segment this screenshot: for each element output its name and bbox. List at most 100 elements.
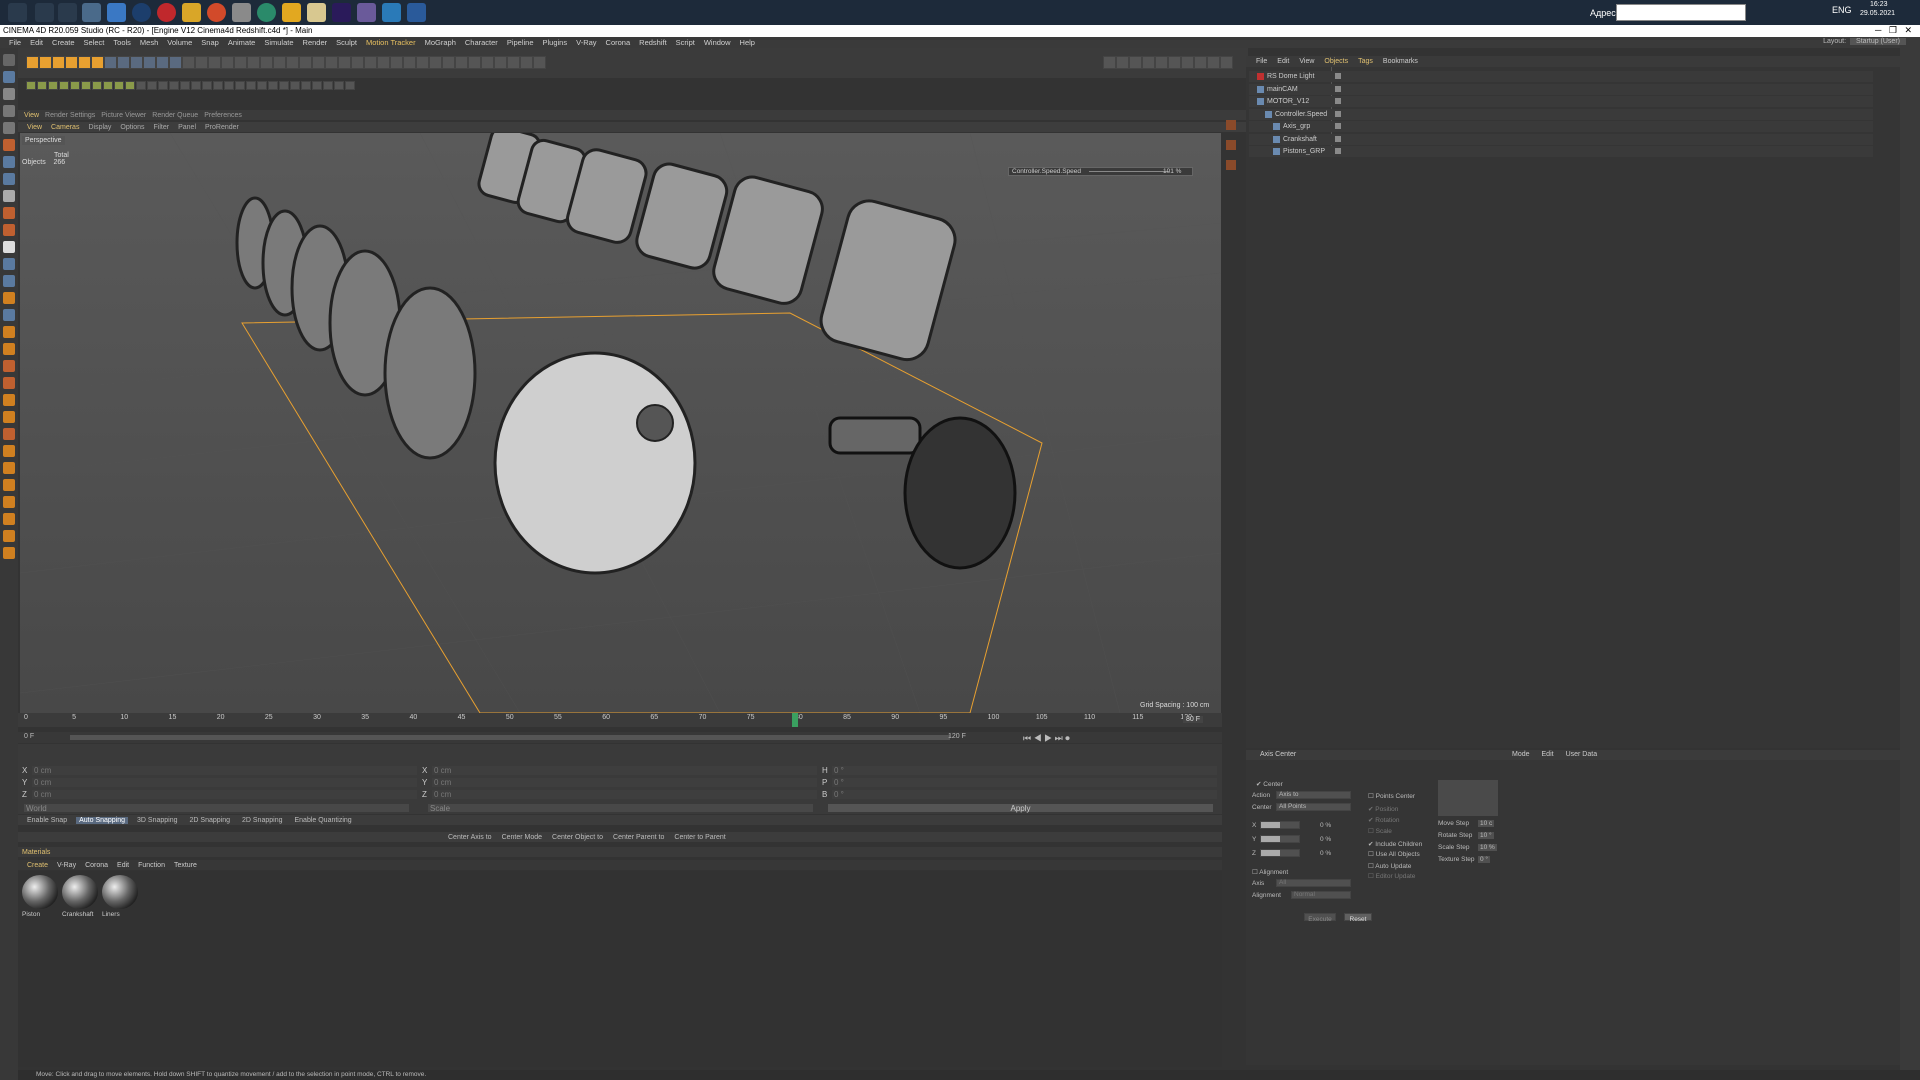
clock-time[interactable]: 16:23 — [1870, 1, 1888, 8]
render-tool-icon[interactable] — [1155, 56, 1168, 69]
left-tool-icon[interactable] — [3, 377, 15, 389]
viewport-menu-panel[interactable]: Panel — [178, 124, 196, 131]
snap-2d-snapping[interactable]: 2D Snapping — [239, 817, 285, 824]
viewport-menu-prorender[interactable]: ProRender — [205, 124, 239, 131]
material-name[interactable]: Piston — [22, 911, 40, 918]
bridge-icon[interactable] — [307, 3, 326, 22]
menu-simulate[interactable]: Simulate — [264, 37, 293, 48]
auto-update-checkbox[interactable]: ☐ Auto Update — [1368, 862, 1411, 870]
reset-button[interactable]: Reset — [1344, 913, 1372, 923]
menu-mograph[interactable]: MoGraph — [425, 37, 456, 48]
toolbar-button-icon[interactable] — [260, 56, 273, 69]
left-tool-icon[interactable] — [3, 54, 15, 66]
toolbar2-button-icon[interactable] — [224, 81, 234, 90]
render-tool-icon[interactable] — [1181, 56, 1194, 69]
snap-enable-snap[interactable]: Enable Snap — [24, 817, 70, 824]
step-value[interactable]: 10 c — [1478, 820, 1495, 827]
toolbar-button-icon[interactable] — [390, 56, 403, 69]
minimize-icon[interactable]: ─ — [1875, 25, 1881, 35]
toolbar-button-icon[interactable] — [377, 56, 390, 69]
left-tool-icon[interactable] — [3, 496, 15, 508]
toolbar2-button-icon[interactable] — [191, 81, 201, 90]
menu-help[interactable]: Help — [740, 37, 755, 48]
menu-volume[interactable]: Volume — [167, 37, 192, 48]
object-name[interactable]: Controller.Speed — [1275, 109, 1327, 120]
material-thumbnail[interactable] — [102, 875, 138, 909]
toolbar2-button-icon[interactable] — [147, 81, 157, 90]
viewport-tab-preferences[interactable]: Preferences — [204, 112, 242, 119]
toolbar-button-icon[interactable] — [455, 56, 468, 69]
left-tool-icon[interactable] — [3, 513, 15, 525]
left-tool-icon[interactable] — [3, 445, 15, 457]
object-name[interactable]: Crankshaft — [1283, 134, 1317, 145]
search-icon[interactable] — [35, 3, 54, 22]
xyz-value[interactable]: 0 % — [1320, 850, 1331, 857]
attribute-menu-mode[interactable]: Mode — [1512, 751, 1530, 758]
coord-position-field[interactable]: 0 cm — [32, 778, 417, 787]
left-tool-icon[interactable] — [3, 394, 15, 406]
step-value[interactable]: 10 % — [1478, 844, 1497, 851]
toolbar2-button-icon[interactable] — [246, 81, 256, 90]
coord-size-field[interactable]: 0 cm — [432, 790, 817, 799]
menu-window[interactable]: Window — [704, 37, 731, 48]
toolbar2-button-icon[interactable] — [180, 81, 190, 90]
toolbar-button-icon[interactable] — [312, 56, 325, 69]
left-tool-icon[interactable] — [3, 292, 15, 304]
toolbar-button-icon[interactable] — [364, 56, 377, 69]
left-tool-icon[interactable] — [3, 411, 15, 423]
axis-center-mode[interactable]: Center Mode — [502, 834, 542, 841]
hud-slider[interactable]: Controller.Speed.Speed 101 % — [1008, 167, 1193, 176]
media-icon[interactable] — [357, 3, 376, 22]
object-name[interactable]: MOTOR_V12 — [1267, 96, 1309, 107]
points-center-checkbox[interactable]: ☐ Points Center — [1368, 792, 1415, 800]
toolbar-button-icon[interactable] — [234, 56, 247, 69]
left-tool-icon[interactable] — [3, 428, 15, 440]
coord-rotation-field[interactable]: 0 ° — [832, 766, 1217, 775]
toolbar-button-icon[interactable] — [338, 56, 351, 69]
render-tool-icon[interactable] — [1116, 56, 1129, 69]
task-view-icon[interactable] — [58, 3, 77, 22]
end-frame[interactable]: 120 F — [948, 733, 966, 740]
object-name[interactable]: mainCAM — [1267, 84, 1298, 95]
menu-plugins[interactable]: Plugins — [543, 37, 568, 48]
toolbar-button-icon[interactable] — [143, 56, 156, 69]
calculator-icon[interactable] — [82, 3, 101, 22]
toolbar2-button-icon[interactable] — [235, 81, 245, 90]
toolbar-button-icon[interactable] — [208, 56, 221, 69]
3d-viewport[interactable] — [20, 133, 1221, 713]
left-tool-icon[interactable] — [3, 479, 15, 491]
left-tool-icon[interactable] — [3, 258, 15, 270]
object-row[interactable]: Crankshaft — [1249, 133, 1873, 145]
menu-mesh[interactable]: Mesh — [140, 37, 158, 48]
left-tool-icon[interactable] — [3, 360, 15, 372]
menu-script[interactable]: Script — [676, 37, 695, 48]
maxon-icon[interactable] — [382, 3, 401, 22]
object-name[interactable]: Pistons_GRP — [1283, 146, 1325, 157]
visibility-toggle-icon[interactable] — [1335, 73, 1341, 79]
toolbar-button-icon[interactable] — [104, 56, 117, 69]
keyframe-icon[interactable] — [1226, 140, 1236, 150]
toolbar-button-icon[interactable] — [182, 56, 195, 69]
playhead[interactable] — [791, 713, 798, 727]
render-tool-icon[interactable] — [1142, 56, 1155, 69]
menu-v-ray[interactable]: V-Ray — [576, 37, 596, 48]
menu-pipeline[interactable]: Pipeline — [507, 37, 534, 48]
toolbar2-button-icon[interactable] — [301, 81, 311, 90]
range-slider[interactable] — [70, 735, 950, 740]
toolbar-button-icon[interactable] — [221, 56, 234, 69]
opera-icon[interactable] — [157, 3, 176, 22]
folder-icon[interactable] — [182, 3, 201, 22]
include-children-checkbox[interactable]: ✔ Include Children — [1368, 840, 1422, 848]
object-row[interactable]: mainCAM — [1249, 83, 1873, 95]
toolbar-button-icon[interactable] — [156, 56, 169, 69]
menu-tools[interactable]: Tools — [113, 37, 131, 48]
start-frame[interactable]: 0 F — [24, 733, 34, 740]
left-tool-icon[interactable] — [3, 122, 15, 134]
cinema4d-icon[interactable] — [132, 3, 151, 22]
toolbar2-button-icon[interactable] — [59, 81, 69, 90]
left-tool-icon[interactable] — [3, 462, 15, 474]
toolbar2-button-icon[interactable] — [202, 81, 212, 90]
autokey-icon[interactable] — [1226, 160, 1236, 170]
action-dropdown[interactable]: Axis to — [1276, 791, 1351, 799]
object-name[interactable]: RS Dome Light — [1267, 71, 1314, 82]
